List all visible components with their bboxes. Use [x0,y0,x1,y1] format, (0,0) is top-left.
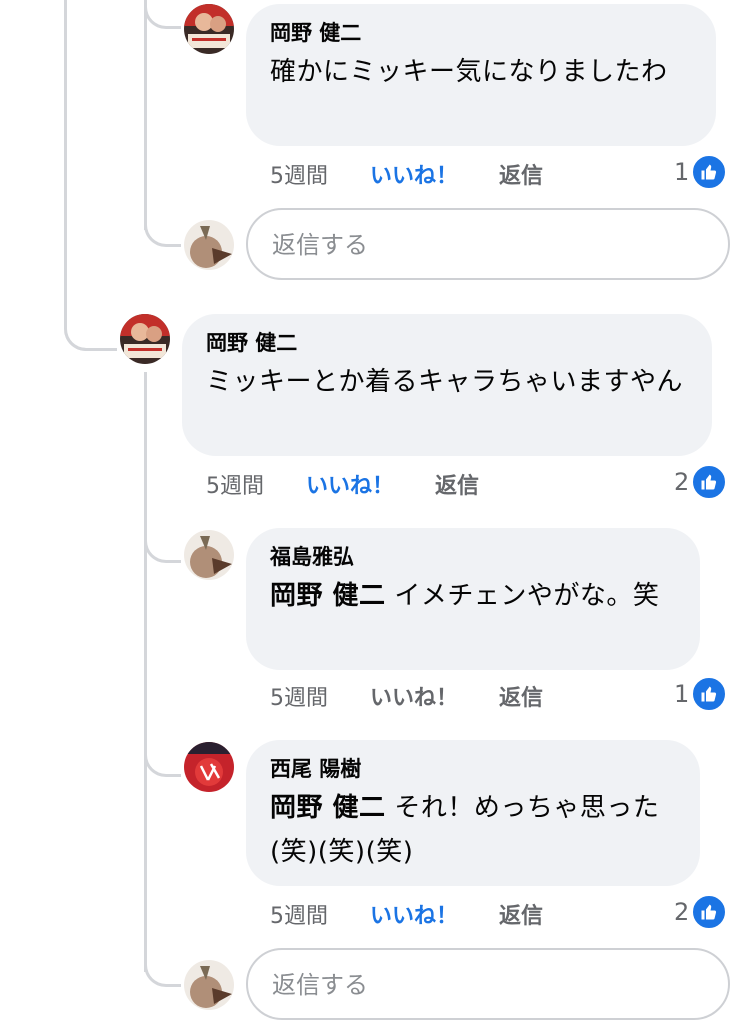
reply-input[interactable] [270,950,694,1020]
avatar-current-user [184,960,234,1010]
thread-line-inner-top [144,0,147,230]
thread-curve-4 [144,748,181,777]
avatar-fukushima[interactable] [184,530,234,580]
thumbs-up-icon [691,464,728,500]
reply-link[interactable]: 返信 [435,468,479,500]
thumbs-up-icon [691,154,728,190]
reaction-summary[interactable]: 1 [674,154,728,190]
comment-author[interactable]: 岡野 健二 [206,328,688,358]
avatar-fukushima-image [184,530,234,580]
avatar-okano[interactable] [184,4,234,54]
reaction-count: 2 [674,898,690,926]
avatar-nishio-image [184,742,234,792]
avatar-okano-image [120,314,170,364]
like-link[interactable]: いいね！ [370,898,458,930]
comment-bubble: 福島雅弘 岡野 健二 イメチェンやがな。笑 [246,528,700,670]
reply-link[interactable]: 返信 [499,680,543,712]
avatar-current-user [184,220,234,270]
reaction-summary[interactable]: 2 [674,894,728,930]
avatar-okano[interactable] [120,314,170,364]
comment-time[interactable]: 5週間 [270,158,328,190]
thumbs-up-icon [691,894,728,930]
comment-bubble: 岡野 健二 確かにミッキー気になりましたわ [246,4,716,146]
mention-link[interactable]: 岡野 健二 [270,581,386,611]
avatar-current-user-image [184,220,234,270]
avatar-okano-image [184,4,234,54]
thread-curve-outer-corner [64,296,117,351]
thread-curve-reply-2 [144,958,181,987]
mention-link[interactable]: 岡野 健二 [270,793,386,823]
comment-text: 岡野 健二 イメチェンやがな。笑 [270,574,676,618]
thread-line-outer [64,0,67,320]
comment-text: ミッキーとか着るキャラちゃいますやん [206,367,684,397]
reply-link[interactable]: 返信 [499,898,543,930]
reply-box[interactable] [246,208,730,280]
thumbs-up-icon [691,676,728,712]
like-link[interactable]: いいね！ [370,680,458,712]
thread-curve-3 [144,534,181,563]
comment-body: イメチェンやがな。笑 [385,581,660,611]
comment-text: 岡野 健二 それ！めっちゃ思った(笑)(笑)(笑) [270,786,676,874]
like-link[interactable]: いいね！ [306,468,394,500]
reaction-count: 1 [674,680,690,708]
reply-input[interactable] [270,210,694,280]
comment-text: 確かにミッキー気になりましたわ [270,57,668,87]
comment-time[interactable]: 5週間 [206,468,264,500]
reply-box[interactable] [246,948,730,1020]
comment-actions: 5週間 いいね！ 返信 [270,158,570,190]
thread-curve-1 [144,0,181,29]
reaction-summary[interactable]: 1 [674,676,728,712]
reply-link[interactable]: 返信 [499,158,543,190]
reaction-count: 1 [674,158,690,186]
comment-author[interactable]: 岡野 健二 [270,18,692,48]
comment-time[interactable]: 5週間 [270,680,328,712]
thread-curve-reply-1 [144,218,181,247]
comment-actions: 5週間 いいね！ 返信 [270,898,570,930]
reaction-count: 2 [674,468,690,496]
reaction-summary[interactable]: 2 [674,464,728,500]
comment-author[interactable]: 西尾 陽樹 [270,754,676,784]
comment-time[interactable]: 5週間 [270,898,328,930]
avatar-nishio[interactable] [184,742,234,792]
comment-actions: 5週間 いいね！ 返信 [270,680,570,712]
like-link[interactable]: いいね！ [370,158,458,190]
avatar-current-user-image [184,960,234,1010]
thread-line-inner-bottom [144,372,147,972]
comment-bubble: 西尾 陽樹 岡野 健二 それ！めっちゃ思った(笑)(笑)(笑) [246,740,700,886]
comment-thread: 岡野 健二 確かにミッキー気になりましたわ 5週間 いいね！ 返信 1 返信する… [0,0,755,1024]
comment-actions: 5週間 いいね！ 返信 [206,468,506,500]
comment-bubble: 岡野 健二 ミッキーとか着るキャラちゃいますやん [182,314,712,456]
comment-author[interactable]: 福島雅弘 [270,542,676,572]
